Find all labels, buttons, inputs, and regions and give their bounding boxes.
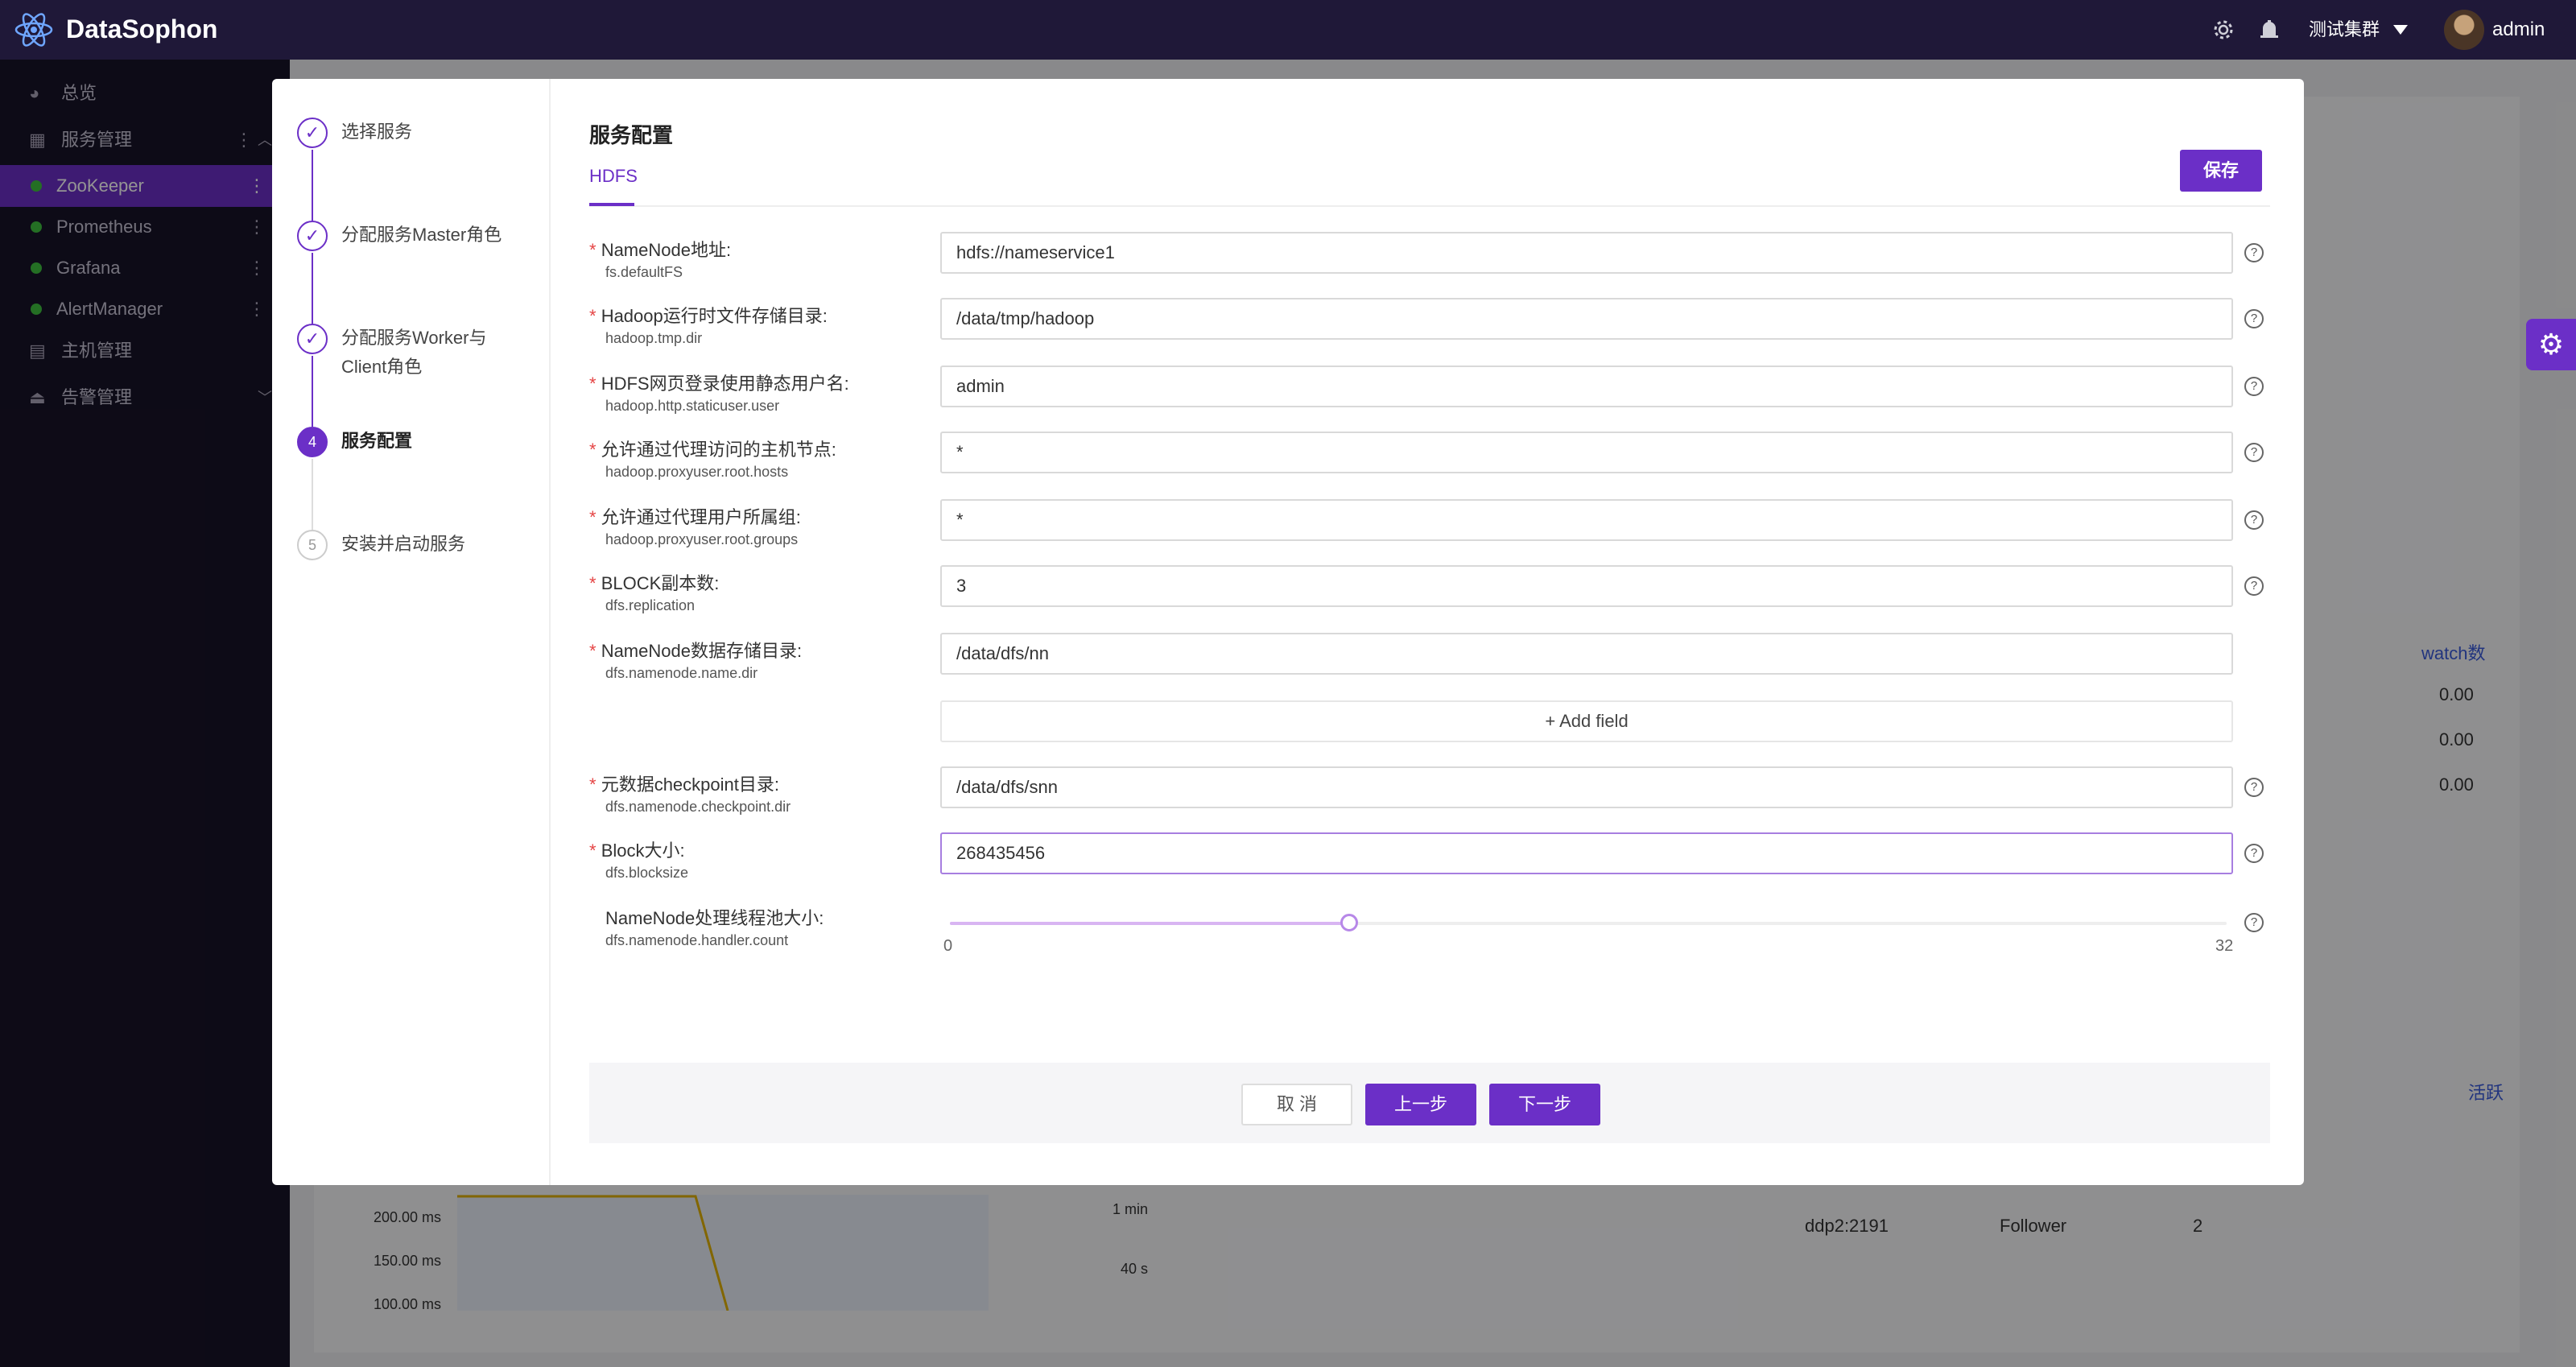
field-key: dfs.namenode.handler.count xyxy=(605,932,789,948)
step-done-check-icon: ✓ xyxy=(297,118,328,148)
cancel-button[interactable]: 取 消 xyxy=(1241,1084,1352,1125)
next-step-button[interactable]: 下一步 xyxy=(1489,1084,1600,1125)
field-key: hadoop.proxyuser.root.hosts xyxy=(605,464,789,480)
slider-handle[interactable] xyxy=(1340,914,1358,931)
settings-tab-gear-icon[interactable]: ⚙ xyxy=(2526,319,2576,370)
static-user-input[interactable] xyxy=(940,365,2233,407)
help-icon[interactable]: ? xyxy=(2244,309,2264,328)
hadoop-tmp-dir-input[interactable] xyxy=(940,298,2233,340)
step-connector xyxy=(312,253,313,324)
app-name: DataSophon xyxy=(66,14,218,43)
field-key: dfs.replication xyxy=(605,597,696,613)
field-key: dfs.namenode.name.dir xyxy=(605,665,758,681)
step-title: 分配服务Master角色 xyxy=(341,225,502,245)
tab-bar-divider xyxy=(589,205,2270,207)
field-label: * Block大小: xyxy=(589,840,685,861)
field-label: * 允许通过代理用户所属组: xyxy=(589,507,801,527)
caret-down-icon[interactable] xyxy=(2392,24,2409,35)
field-label: * 元数据checkpoint目录: xyxy=(589,774,779,795)
field-label: * NameNode数据存储目录: xyxy=(589,641,803,661)
datasophon-logo-icon xyxy=(14,13,53,47)
user-name[interactable]: admin xyxy=(2492,0,2545,60)
proxyuser-groups-input[interactable] xyxy=(940,499,2233,541)
field-key: fs.defaultFS xyxy=(605,264,683,280)
save-button[interactable]: 保存 xyxy=(2180,150,2262,192)
add-field-label: Add field xyxy=(1559,711,1629,731)
help-icon[interactable]: ? xyxy=(2244,913,2264,932)
top-bar xyxy=(0,0,2576,60)
field-label: * Hadoop运行时文件存储目录: xyxy=(589,306,828,326)
slider-fill xyxy=(950,922,1349,925)
field-key: hadoop.tmp.dir xyxy=(605,330,703,346)
field-label: NameNode处理线程池大小: xyxy=(605,908,824,928)
help-icon[interactable]: ? xyxy=(2244,576,2264,596)
namenode-address-input[interactable] xyxy=(940,232,2233,274)
previous-step-button[interactable]: 上一步 xyxy=(1365,1084,1476,1125)
step-connector xyxy=(312,459,313,530)
help-icon[interactable]: ? xyxy=(2244,778,2264,797)
section-title: 服务配置 xyxy=(589,123,674,147)
step-title: 选择服务 xyxy=(341,122,413,142)
step-connector xyxy=(312,356,313,427)
checkpoint-dir-input[interactable] xyxy=(940,766,2233,808)
namenode-dir-input[interactable] xyxy=(940,633,2233,675)
field-key: dfs.namenode.checkpoint.dir xyxy=(605,799,791,815)
step-title: 安装并启动服务 xyxy=(341,534,466,554)
field-label: * NameNode地址: xyxy=(589,240,732,260)
blocksize-input[interactable] xyxy=(940,832,2233,874)
slider-max-label: 32 xyxy=(2215,937,2234,955)
help-icon[interactable]: ? xyxy=(2244,443,2264,462)
field-key: dfs.blocksize xyxy=(605,865,689,881)
field-label: * 允许通过代理访问的主机节点: xyxy=(589,440,836,460)
step-title: 服务配置 xyxy=(341,431,413,451)
proxyuser-hosts-input[interactable] xyxy=(940,432,2233,473)
step-title: 分配服务Worker与Client角色 xyxy=(341,328,487,377)
add-field-button[interactable]: + Add field xyxy=(940,700,2233,742)
field-key: hadoop.http.staticuser.user xyxy=(605,398,780,414)
tab-active-indicator xyxy=(589,203,634,206)
help-icon[interactable]: ? xyxy=(2244,844,2264,863)
step-done-check-icon: ✓ xyxy=(297,221,328,251)
plus-icon: + xyxy=(1545,711,1560,731)
help-icon[interactable]: ? xyxy=(2244,510,2264,530)
gear-icon[interactable] xyxy=(2212,19,2235,41)
field-label: * BLOCK副本数: xyxy=(589,573,720,593)
help-icon[interactable]: ? xyxy=(2244,377,2264,396)
help-icon[interactable]: ? xyxy=(2244,243,2264,262)
step-current-indicator: 4 xyxy=(297,427,328,457)
field-label: * HDFS网页登录使用静态用户名: xyxy=(589,374,849,394)
cluster-selector[interactable]: 测试集群 xyxy=(2309,0,2380,60)
avatar[interactable] xyxy=(2444,10,2484,50)
bell-icon[interactable] xyxy=(2259,18,2280,42)
step-pending-indicator: 5 xyxy=(297,530,328,560)
step-connector xyxy=(312,150,313,221)
tab-hdfs[interactable]: HDFS xyxy=(589,166,638,187)
field-key: hadoop.proxyuser.root.groups xyxy=(605,531,799,547)
replication-input[interactable] xyxy=(940,565,2233,607)
slider-min-label: 0 xyxy=(943,937,953,955)
step-done-check-icon: ✓ xyxy=(297,324,328,354)
service-config-modal: ✓ 选择服务 ✓ 分配服务Master角色 ✓ 分配服务Worker与Clien… xyxy=(272,79,2304,1185)
